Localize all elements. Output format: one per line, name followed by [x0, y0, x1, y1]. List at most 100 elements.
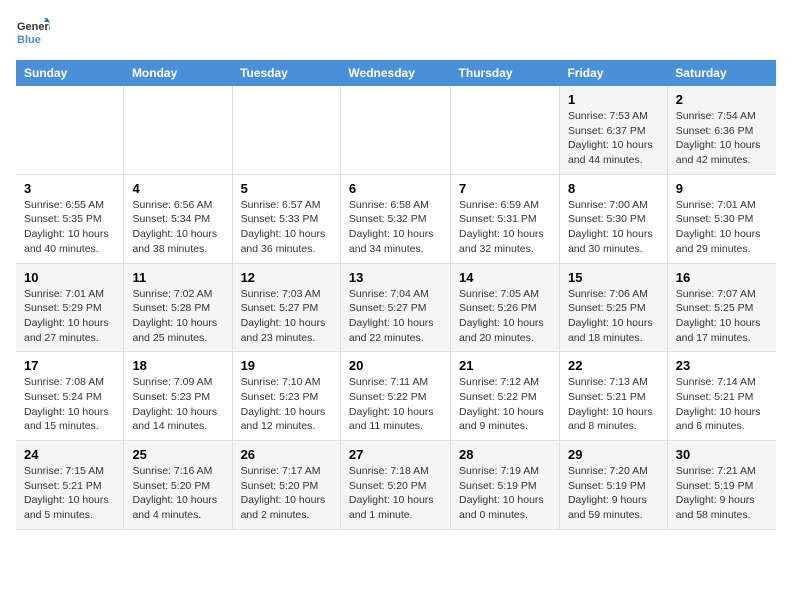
calendar-cell: 8 Sunrise: 7:00 AM Sunset: 5:30 PM Daylig… — [559, 174, 667, 263]
day-info: Sunrise: 7:54 AM Sunset: 6:36 PM Dayligh… — [676, 109, 768, 168]
day-info: Sunrise: 7:15 AM Sunset: 5:21 PM Dayligh… — [24, 464, 115, 523]
calendar-cell: 15Sunrise: 7:06 AM Sunset: 5:25 PM Dayli… — [559, 263, 667, 352]
calendar-cell: 4 Sunrise: 6:56 AM Sunset: 5:34 PM Daylig… — [124, 174, 232, 263]
calendar-cell: 26 Sunrise: 7:17 AM Sunset: 5:20 PM Dayli… — [232, 441, 340, 530]
week-row: 3Sunrise: 6:55 AM Sunset: 5:35 PM Daylig… — [16, 174, 776, 263]
day-info: Sunrise: 6:56 AM Sunset: 5:34 PM Dayligh… — [132, 198, 223, 257]
day-info: Sunrise: 7:13 AM Sunset: 5:21 PM Dayligh… — [568, 375, 659, 434]
day-number: 12 — [241, 270, 332, 285]
day-info: Sunrise: 7:11 AM Sunset: 5:22 PM Dayligh… — [349, 375, 442, 434]
calendar-cell: 25 Sunrise: 7:16 AM Sunset: 5:20 PM Dayli… — [124, 441, 232, 530]
day-info: Sunrise: 7:01 AM Sunset: 5:30 PM Dayligh… — [676, 198, 768, 257]
day-number: 20 — [349, 358, 442, 373]
day-info: Sunrise: 7:21 AM Sunset: 5:19 PM Dayligh… — [676, 464, 768, 523]
week-row: 10 Sunrise: 7:01 AM Sunset: 5:29 PM Dayli… — [16, 263, 776, 352]
calendar-cell: 11 Sunrise: 7:02 AM Sunset: 5:28 PM Dayli… — [124, 263, 232, 352]
day-number: 23 — [676, 358, 768, 373]
calendar-cell — [124, 86, 232, 174]
day-number: 14 — [459, 270, 551, 285]
calendar-cell: 19Sunrise: 7:10 AM Sunset: 5:23 PM Dayli… — [232, 352, 340, 441]
week-row: 24 Sunrise: 7:15 AM Sunset: 5:21 PM Dayli… — [16, 441, 776, 530]
week-row: 1 Sunrise: 7:53 AM Sunset: 6:37 PM Daylig… — [16, 86, 776, 174]
svg-text:Blue: Blue — [17, 34, 41, 46]
day-info: Sunrise: 7:12 AM Sunset: 5:22 PM Dayligh… — [459, 375, 551, 434]
day-number: 26 — [241, 447, 332, 462]
logo: General Blue — [16, 16, 50, 50]
day-info: Sunrise: 7:00 AM Sunset: 5:30 PM Dayligh… — [568, 198, 659, 257]
column-header-wednesday: Wednesday — [340, 60, 450, 86]
day-number: 6 — [349, 181, 442, 196]
calendar-header: SundayMondayTuesdayWednesdayThursdayFrid… — [16, 60, 776, 86]
day-info: Sunrise: 7:04 AM Sunset: 5:27 PM Dayligh… — [349, 287, 442, 346]
day-number: 11 — [132, 270, 223, 285]
calendar-table: SundayMondayTuesdayWednesdayThursdayFrid… — [16, 60, 776, 530]
calendar-cell: 17Sunrise: 7:08 AM Sunset: 5:24 PM Dayli… — [16, 352, 124, 441]
page-header: General Blue — [16, 16, 776, 50]
calendar-cell: 28Sunrise: 7:19 AM Sunset: 5:19 PM Dayli… — [451, 441, 560, 530]
day-info: Sunrise: 7:53 AM Sunset: 6:37 PM Dayligh… — [568, 109, 659, 168]
day-number: 10 — [24, 270, 115, 285]
calendar-cell: 21 Sunrise: 7:12 AM Sunset: 5:22 PM Dayli… — [451, 352, 560, 441]
day-info: Sunrise: 7:02 AM Sunset: 5:28 PM Dayligh… — [132, 287, 223, 346]
day-number: 17 — [24, 358, 115, 373]
day-info: Sunrise: 7:01 AM Sunset: 5:29 PM Dayligh… — [24, 287, 115, 346]
day-info: Sunrise: 7:20 AM Sunset: 5:19 PM Dayligh… — [568, 464, 659, 523]
calendar-cell: 3Sunrise: 6:55 AM Sunset: 5:35 PM Daylig… — [16, 174, 124, 263]
day-number: 28 — [459, 447, 551, 462]
day-number: 9 — [676, 181, 768, 196]
column-header-monday: Monday — [124, 60, 232, 86]
day-info: Sunrise: 7:07 AM Sunset: 5:25 PM Dayligh… — [676, 287, 768, 346]
day-info: Sunrise: 6:58 AM Sunset: 5:32 PM Dayligh… — [349, 198, 442, 257]
column-header-thursday: Thursday — [451, 60, 560, 86]
calendar-cell: 20 Sunrise: 7:11 AM Sunset: 5:22 PM Dayli… — [340, 352, 450, 441]
day-number: 18 — [132, 358, 223, 373]
day-number: 16 — [676, 270, 768, 285]
day-number: 2 — [676, 92, 768, 107]
day-info: Sunrise: 7:05 AM Sunset: 5:26 PM Dayligh… — [459, 287, 551, 346]
calendar-cell — [451, 86, 560, 174]
column-header-friday: Friday — [559, 60, 667, 86]
svg-text:General: General — [17, 21, 50, 33]
day-info: Sunrise: 7:14 AM Sunset: 5:21 PM Dayligh… — [676, 375, 768, 434]
calendar-cell: 24 Sunrise: 7:15 AM Sunset: 5:21 PM Dayli… — [16, 441, 124, 530]
calendar-cell — [232, 86, 340, 174]
calendar-cell — [16, 86, 124, 174]
day-info: Sunrise: 7:06 AM Sunset: 5:25 PM Dayligh… — [568, 287, 659, 346]
calendar-cell: 9 Sunrise: 7:01 AM Sunset: 5:30 PM Daylig… — [667, 174, 776, 263]
day-info: Sunrise: 7:03 AM Sunset: 5:27 PM Dayligh… — [241, 287, 332, 346]
day-info: Sunrise: 7:09 AM Sunset: 5:23 PM Dayligh… — [132, 375, 223, 434]
day-info: Sunrise: 7:17 AM Sunset: 5:20 PM Dayligh… — [241, 464, 332, 523]
calendar-cell: 18 Sunrise: 7:09 AM Sunset: 5:23 PM Dayli… — [124, 352, 232, 441]
day-number: 5 — [241, 181, 332, 196]
calendar-cell: 27Sunrise: 7:18 AM Sunset: 5:20 PM Dayli… — [340, 441, 450, 530]
calendar-cell — [340, 86, 450, 174]
calendar-cell: 12 Sunrise: 7:03 AM Sunset: 5:27 PM Dayli… — [232, 263, 340, 352]
day-number: 1 — [568, 92, 659, 107]
day-number: 25 — [132, 447, 223, 462]
column-header-saturday: Saturday — [667, 60, 776, 86]
day-info: Sunrise: 7:16 AM Sunset: 5:20 PM Dayligh… — [132, 464, 223, 523]
calendar-cell: 14 Sunrise: 7:05 AM Sunset: 5:26 PM Dayli… — [451, 263, 560, 352]
week-row: 17Sunrise: 7:08 AM Sunset: 5:24 PM Dayli… — [16, 352, 776, 441]
day-info: Sunrise: 7:10 AM Sunset: 5:23 PM Dayligh… — [241, 375, 332, 434]
day-info: Sunrise: 6:59 AM Sunset: 5:31 PM Dayligh… — [459, 198, 551, 257]
calendar-cell: 23 Sunrise: 7:14 AM Sunset: 5:21 PM Dayli… — [667, 352, 776, 441]
column-header-sunday: Sunday — [16, 60, 124, 86]
day-number: 13 — [349, 270, 442, 285]
calendar-cell: 16 Sunrise: 7:07 AM Sunset: 5:25 PM Dayli… — [667, 263, 776, 352]
calendar-cell: 1 Sunrise: 7:53 AM Sunset: 6:37 PM Daylig… — [559, 86, 667, 174]
day-number: 4 — [132, 181, 223, 196]
day-number: 8 — [568, 181, 659, 196]
calendar-cell: 6 Sunrise: 6:58 AM Sunset: 5:32 PM Daylig… — [340, 174, 450, 263]
calendar-cell: 2 Sunrise: 7:54 AM Sunset: 6:36 PM Daylig… — [667, 86, 776, 174]
logo-svg: General Blue — [16, 16, 50, 50]
calendar-cell: 5 Sunrise: 6:57 AM Sunset: 5:33 PM Daylig… — [232, 174, 340, 263]
calendar-cell: 30Sunrise: 7:21 AM Sunset: 5:19 PM Dayli… — [667, 441, 776, 530]
day-number: 21 — [459, 358, 551, 373]
day-number: 22 — [568, 358, 659, 373]
calendar-cell: 13 Sunrise: 7:04 AM Sunset: 5:27 PM Dayli… — [340, 263, 450, 352]
day-number: 29 — [568, 447, 659, 462]
day-number: 24 — [24, 447, 115, 462]
calendar-cell: 22 Sunrise: 7:13 AM Sunset: 5:21 PM Dayli… — [559, 352, 667, 441]
day-info: Sunrise: 6:57 AM Sunset: 5:33 PM Dayligh… — [241, 198, 332, 257]
